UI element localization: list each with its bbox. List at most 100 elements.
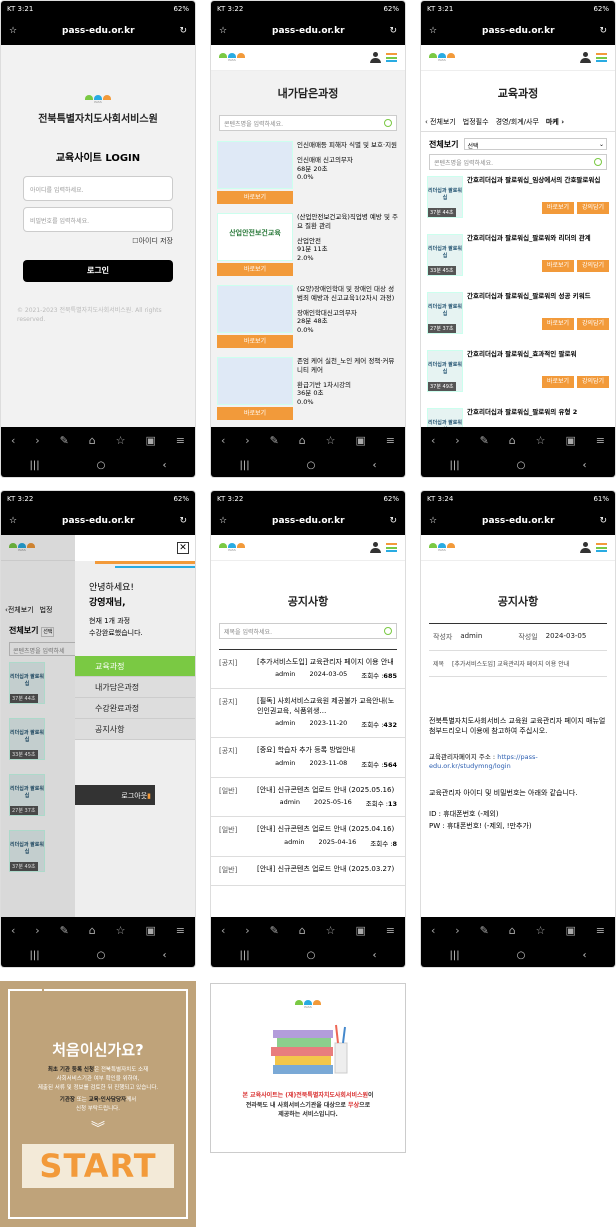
- recents-icon[interactable]: |||: [30, 460, 40, 471]
- star-icon[interactable]: ☆: [219, 516, 227, 526]
- back-icon[interactable]: ‹: [11, 434, 15, 447]
- course-title[interactable]: 간호리더십과 팔로워십_팔로워의 유형 2: [467, 408, 609, 429]
- save-id-checkbox[interactable]: ☐아이디 저장: [23, 236, 173, 246]
- add-course-button[interactable]: 강의담기: [577, 376, 609, 388]
- course-thumbnail[interactable]: 리더십과 팔로워십: [427, 408, 463, 429]
- notice-title[interactable]: [안내] 신규콘텐츠 업로드 안내 (2025.03.27): [257, 865, 397, 874]
- view-button[interactable]: 바로보기: [542, 260, 574, 272]
- course-title[interactable]: 간호리더십과 팔로워십_효과적인 팔로워: [467, 350, 609, 372]
- star-icon[interactable]: ☆: [219, 26, 227, 36]
- url-text[interactable]: pass-edu.or.kr: [17, 516, 179, 526]
- password-input[interactable]: 비밀번호를 입력하세요.: [23, 207, 173, 232]
- search-icon[interactable]: [384, 627, 392, 635]
- notice-title[interactable]: [추가서비스도입] 교육관리자 페이지 이용 안내: [257, 658, 397, 667]
- tab-management[interactable]: 경영/회계/사무: [496, 117, 539, 127]
- url-text[interactable]: pass-edu.or.kr: [227, 516, 389, 526]
- menu-icon[interactable]: ≡: [596, 434, 605, 447]
- sys-back-icon[interactable]: ‹: [162, 460, 166, 471]
- forward-icon[interactable]: ›: [35, 434, 39, 447]
- site-logo[interactable]: PASS: [219, 53, 245, 62]
- forward-icon[interactable]: ›: [455, 924, 459, 937]
- site-logo[interactable]: PASS: [219, 543, 245, 552]
- add-course-button[interactable]: 강의담기: [577, 318, 609, 330]
- view-button[interactable]: 바로보기: [217, 335, 293, 348]
- site-logo[interactable]: PASS: [429, 543, 455, 552]
- menu-item-2[interactable]: 수강완료과정: [75, 698, 195, 719]
- tool-icon[interactable]: ✎: [270, 924, 279, 937]
- menu-item-1[interactable]: 내가담은과정: [75, 677, 195, 698]
- notice-title[interactable]: [안내] 신규콘텐츠 업로드 안내 (2025.05.16): [257, 786, 397, 795]
- course-title[interactable]: (산업안전보건교육)직업병 예방 및 주요 질환 관리: [297, 213, 399, 231]
- course-thumbnail[interactable]: 리더십과 팔로워십 37분 49초: [427, 350, 463, 392]
- tabs-icon[interactable]: ▣: [145, 924, 155, 937]
- home-button-icon[interactable]: ○: [97, 460, 106, 471]
- view-button[interactable]: 바로보기: [217, 263, 293, 276]
- search-input[interactable]: 콘텐츠명을 입력하세요.: [429, 154, 607, 170]
- forward-icon[interactable]: ›: [245, 434, 249, 447]
- table-row[interactable]: [일반] [안내] 신규콘텐츠 업로드 안내 (2025.04.16) admin 2…: [211, 817, 405, 857]
- table-row[interactable]: [공지] [추가서비스도입] 교육관리자 페이지 이용 안내 admin 2024-0…: [211, 650, 405, 690]
- add-course-button[interactable]: 강의담기: [577, 202, 609, 214]
- home-button-icon[interactable]: ○: [97, 950, 106, 961]
- course-thumbnail[interactable]: 리더십과 팔로워십 27분 37초: [427, 292, 463, 334]
- star-icon[interactable]: ☆: [9, 516, 17, 526]
- user-icon[interactable]: [580, 542, 591, 553]
- table-row[interactable]: [일반] [안내] 신규콘텐츠 업로드 안내 (2025.03.27): [211, 857, 405, 887]
- course-title[interactable]: 간호리더십과 팔로워십_임상에서의 간호팔로워십: [467, 176, 609, 198]
- bookmark-icon[interactable]: ☆: [116, 434, 126, 447]
- user-icon[interactable]: [370, 52, 381, 63]
- bookmark-icon[interactable]: ☆: [536, 924, 546, 937]
- view-button[interactable]: 바로보기: [542, 376, 574, 388]
- back-icon[interactable]: ‹: [221, 434, 225, 447]
- url-text[interactable]: pass-edu.or.kr: [17, 26, 179, 36]
- search-input[interactable]: 제목을 입력하세요.: [219, 623, 397, 639]
- tool-icon[interactable]: ✎: [480, 434, 489, 447]
- view-button[interactable]: 바로보기: [542, 318, 574, 330]
- filter-select[interactable]: 선택 ⌄: [464, 138, 607, 150]
- login-button[interactable]: 로그인: [23, 260, 173, 282]
- course-thumbnail[interactable]: 리더십과 팔로워십 33분 45초: [427, 234, 463, 276]
- menu-icon[interactable]: ≡: [176, 924, 185, 937]
- site-logo[interactable]: PASS: [1, 95, 195, 104]
- forward-icon[interactable]: ›: [35, 924, 39, 937]
- hamburger-icon[interactable]: [596, 53, 607, 62]
- menu-item-0[interactable]: 교육과정: [75, 656, 195, 677]
- sys-back-icon[interactable]: ‹: [372, 950, 376, 961]
- recents-icon[interactable]: |||: [450, 950, 460, 961]
- sys-back-icon[interactable]: ‹: [162, 950, 166, 961]
- tool-icon[interactable]: ✎: [60, 924, 69, 937]
- recents-icon[interactable]: |||: [450, 460, 460, 471]
- course-title[interactable]: 존엄 케어 실천_노인 케어 정책·커뮤니티 케어: [297, 357, 399, 375]
- star-icon[interactable]: ☆: [9, 26, 17, 36]
- home-icon[interactable]: ⌂: [509, 924, 516, 937]
- tool-icon[interactable]: ✎: [270, 434, 279, 447]
- bookmark-icon[interactable]: ☆: [326, 434, 336, 447]
- star-icon[interactable]: ☆: [429, 26, 437, 36]
- home-icon[interactable]: ⌂: [89, 434, 96, 447]
- url-text[interactable]: pass-edu.or.kr: [227, 26, 389, 36]
- tabs-icon[interactable]: ▣: [355, 924, 365, 937]
- view-button[interactable]: 바로보기: [542, 202, 574, 214]
- tool-icon[interactable]: ✎: [480, 924, 489, 937]
- course-thumbnail[interactable]: 산업안전보건교육: [217, 213, 293, 261]
- back-icon[interactable]: ‹: [11, 924, 15, 937]
- tab-legal[interactable]: 법정필수: [463, 117, 489, 127]
- menu-icon[interactable]: ≡: [176, 434, 185, 447]
- search-input[interactable]: 콘텐츠명을 입력하세요.: [219, 115, 397, 131]
- reload-icon[interactable]: ↻: [599, 26, 607, 36]
- view-button[interactable]: 바로보기: [217, 407, 293, 420]
- star-icon[interactable]: ☆: [429, 516, 437, 526]
- hamburger-icon[interactable]: [386, 53, 397, 62]
- table-row[interactable]: [공지] [중요] 학습자 추가 등록 방법안내 admin 2023-11-08 조회…: [211, 738, 405, 778]
- user-icon[interactable]: [580, 52, 591, 63]
- tool-icon[interactable]: ✎: [60, 434, 69, 447]
- tabs-icon[interactable]: ▣: [565, 924, 575, 937]
- forward-icon[interactable]: ›: [245, 924, 249, 937]
- menu-item-3[interactable]: 공지사항: [75, 719, 195, 740]
- home-icon[interactable]: ⌂: [89, 924, 96, 937]
- url-text[interactable]: pass-edu.or.kr: [437, 516, 599, 526]
- notice-title[interactable]: [안내] 신규콘텐츠 업로드 안내 (2025.04.16): [257, 825, 397, 834]
- course-thumbnail[interactable]: [217, 285, 293, 333]
- reload-icon[interactable]: ↻: [389, 516, 397, 526]
- recents-icon[interactable]: |||: [240, 460, 250, 471]
